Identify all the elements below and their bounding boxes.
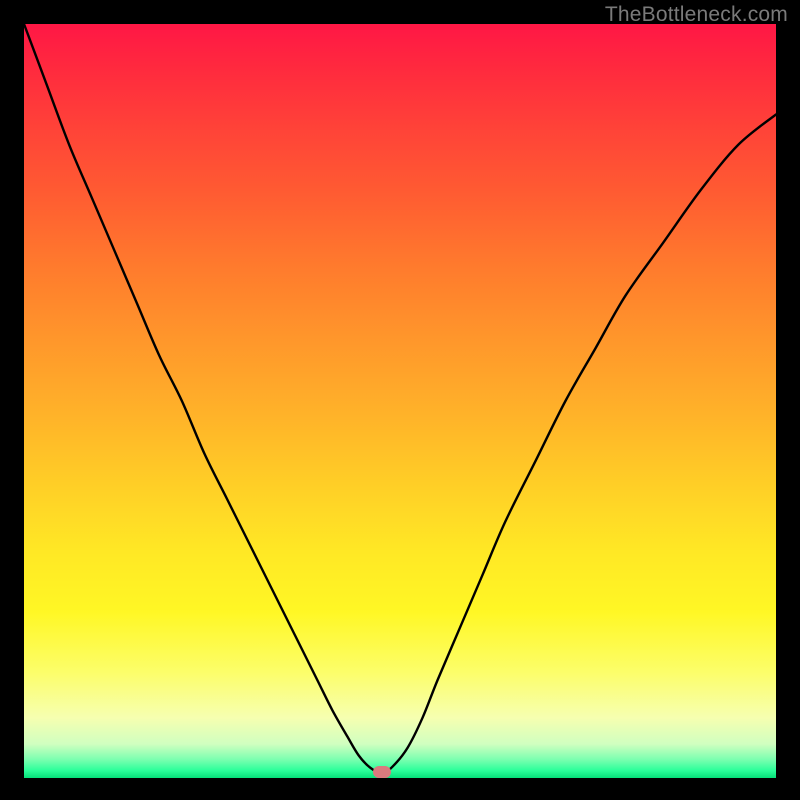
chart-frame: TheBottleneck.com — [0, 0, 800, 800]
optimum-marker — [373, 766, 391, 778]
bottleneck-curve — [24, 24, 776, 778]
plot-area — [24, 24, 776, 778]
watermark-text: TheBottleneck.com — [605, 3, 788, 27]
